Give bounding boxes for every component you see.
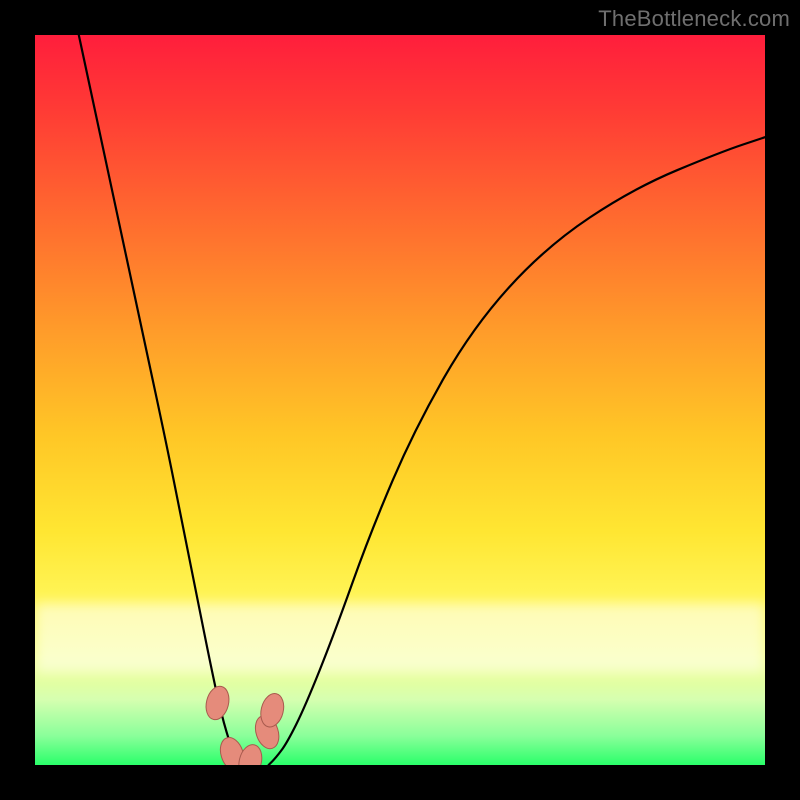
curve-right-branch	[269, 137, 765, 765]
chart-frame: TheBottleneck.com	[0, 0, 800, 800]
curve-layer	[35, 35, 765, 765]
plot-area	[35, 35, 765, 765]
watermark-text: TheBottleneck.com	[598, 6, 790, 32]
curve-left-branch	[79, 35, 243, 765]
trough-marker	[203, 684, 233, 722]
